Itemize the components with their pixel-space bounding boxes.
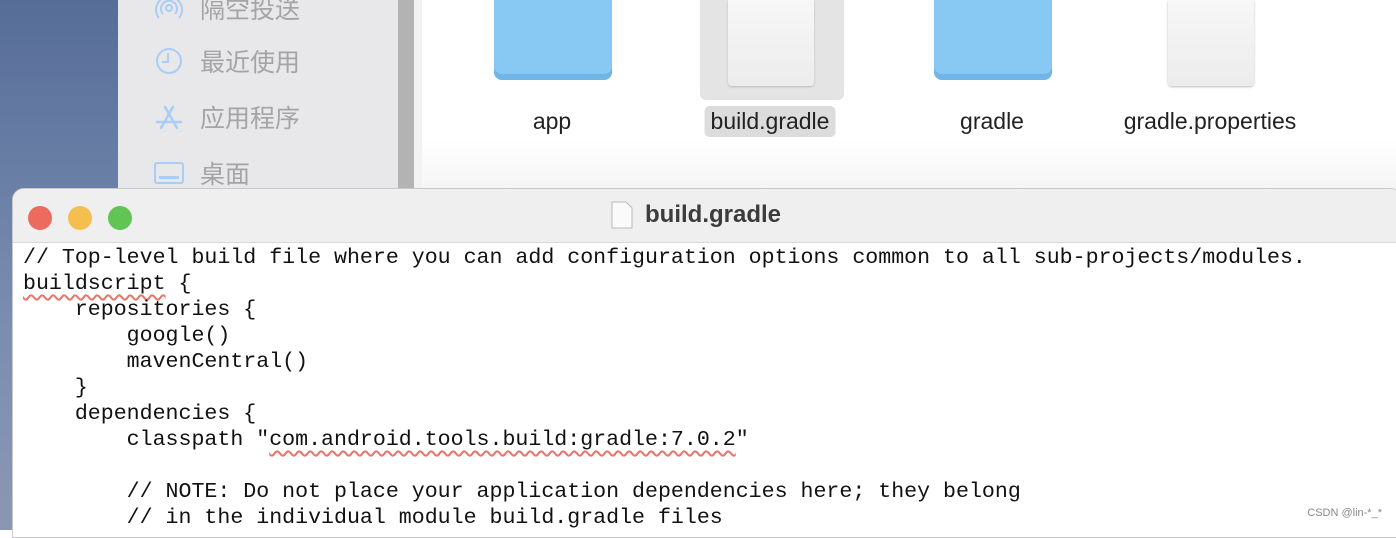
code-text: // NOTE: Do not place your application d… [23,480,1021,504]
code-text: " [735,428,749,452]
code-text: dependencies { [23,402,257,426]
code-line: // Top-level build file where you can ad… [23,245,1306,271]
minimize-button[interactable] [68,206,92,230]
clock-icon [156,48,182,74]
document-icon [611,201,633,229]
code-line: } [23,375,1306,401]
code-line: google() [23,323,1306,349]
sidebar-item-applications[interactable]: 应用程序 [154,97,300,137]
window-title: build.gradle [611,201,781,229]
finder-sidebar: 隔空投送 最近使用 应用程序 桌面 [118,0,398,200]
code-line: repositories { [23,297,1306,323]
document-icon [728,0,814,86]
divider [414,0,422,200]
code-text: } [23,376,88,400]
code-text: google() [23,324,231,348]
code-line: // in the individual module build.gradle… [23,505,1306,531]
code-text: // in the individual module build.gradle… [23,506,723,530]
sidebar-scrollbar[interactable] [398,0,414,200]
sidebar-item-desktop[interactable]: 桌面 [154,153,250,193]
code-line: ​ [23,453,1306,479]
sidebar-item-airdrop[interactable]: 隔空投送 [154,0,300,28]
textedit-window: build.gradle // Top-level build file whe… [12,188,1396,538]
text-editor[interactable]: // Top-level build file where you can ad… [23,245,1306,531]
close-button[interactable] [28,206,52,230]
code-line: dependencies { [23,401,1306,427]
folder-icon [494,0,612,80]
code-line: mavenCentral() [23,349,1306,375]
code-text: { [165,272,192,296]
misspelled-text: buildscript [23,272,166,296]
folder-icon [934,0,1052,80]
misspelled-text: com.android.tools.build:gradle:7.0.2 [269,428,736,452]
code-line: buildscript { [23,271,1306,297]
code-text: repositories { [23,298,257,322]
airdrop-icon [155,0,183,19]
app-store-icon [155,105,183,130]
code-text: // Top-level build file where you can ad… [23,246,1306,270]
document-icon [1168,0,1254,86]
code-text: mavenCentral() [23,350,309,374]
sidebar-item-recents[interactable]: 最近使用 [154,41,300,81]
code-text: classpath " [23,428,270,452]
desktop-icon [154,162,184,184]
watermark: CSDN @lin-*_* [1307,507,1382,519]
code-line: // NOTE: Do not place your application d… [23,479,1306,505]
zoom-button[interactable] [108,206,132,230]
title-bar[interactable]: build.gradle [13,189,1396,243]
code-line: classpath "com.android.tools.build:gradl… [23,427,1306,453]
finder-file-grid: app build.gradle gradle gradle.propertie… [422,0,1396,200]
